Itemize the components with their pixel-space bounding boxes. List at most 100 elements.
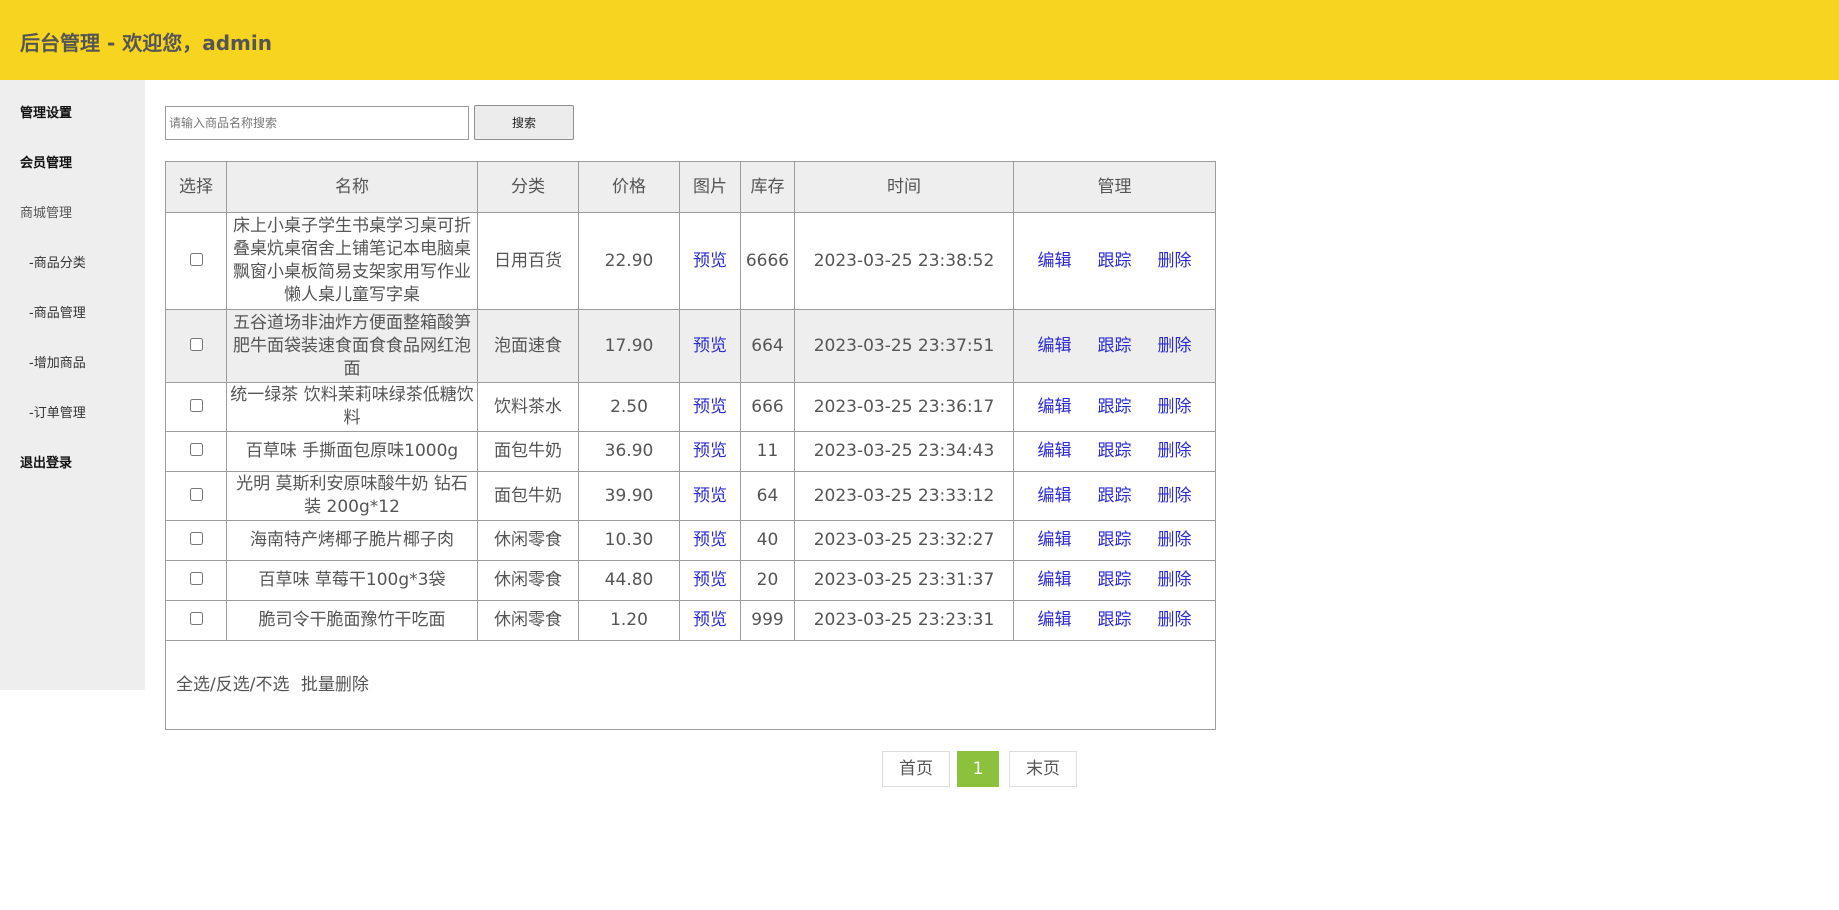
row-checkbox[interactable]	[189, 252, 203, 266]
product-time: 2023-03-25 23:33:12	[794, 471, 1014, 521]
table-row: 脆司令干脆面豫竹干吃面 休闲零食 1.20 预览 999 2023-03-25 …	[165, 600, 1216, 641]
image-cell: 预览	[679, 431, 741, 472]
row-checkbox[interactable]	[189, 398, 203, 412]
row-checkbox[interactable]	[189, 532, 203, 545]
table-row: 光明 莫斯利安原味酸牛奶 钻石装 200g*12 面包牛奶 39.90 预览 6…	[165, 471, 1216, 521]
track-link[interactable]: 跟踪	[1098, 441, 1132, 461]
row-checkbox[interactable]	[189, 337, 203, 351]
image-cell: 预览	[679, 560, 741, 601]
edit-link[interactable]: 编辑	[1038, 530, 1072, 550]
sidebar-item-product-management[interactable]: -商品管理	[29, 302, 86, 321]
edit-link[interactable]: 编辑	[1038, 610, 1072, 630]
product-time: 2023-03-25 23:36:17	[794, 382, 1014, 432]
product-stock: 11	[740, 431, 795, 472]
delete-link[interactable]: 删除	[1158, 441, 1192, 461]
preview-link[interactable]: 预览	[693, 530, 727, 550]
image-cell: 预览	[679, 520, 741, 561]
edit-link[interactable]: 编辑	[1038, 336, 1072, 356]
track-link[interactable]: 跟踪	[1098, 397, 1132, 417]
preview-link[interactable]: 预览	[693, 486, 727, 506]
sidebar-item-logout[interactable]: 退出登录	[20, 452, 72, 471]
row-select-cell	[165, 471, 227, 521]
product-time: 2023-03-25 23:37:51	[794, 309, 1014, 383]
edit-link[interactable]: 编辑	[1038, 397, 1072, 417]
preview-link[interactable]: 预览	[693, 610, 727, 630]
product-stock: 664	[740, 309, 795, 383]
select-toggle-link[interactable]: 全选/反选/不选	[176, 675, 289, 695]
product-price: 2.50	[578, 382, 680, 432]
table-row: 海南特产烤椰子脆片椰子肉 休闲零食 10.30 预览 40 2023-03-25…	[165, 520, 1216, 561]
image-cell: 预览	[679, 600, 741, 641]
sidebar-item-product-categories[interactable]: -商品分类	[29, 252, 86, 271]
track-link[interactable]: 跟踪	[1098, 486, 1132, 506]
table-row: 五谷道场非油炸方便面整箱酸笋肥牛面袋装速食面食食品网红泡面 泡面速食 17.90…	[165, 309, 1216, 383]
manage-cell: 编辑 跟踪 删除	[1013, 600, 1216, 641]
sidebar-item-mall-management[interactable]: 商城管理	[20, 202, 72, 221]
sidebar-item-member-management[interactable]: 会员管理	[20, 152, 72, 171]
row-checkbox[interactable]	[189, 443, 203, 456]
preview-link[interactable]: 预览	[693, 336, 727, 356]
product-table: 选择 名称 分类 价格 图片 库存 时间 管理 床上小桌子学生书桌学习桌可折叠桌…	[165, 161, 1216, 730]
table-row: 床上小桌子学生书桌学习桌可折叠桌炕桌宿舍上铺笔记本电脑桌飘窗小桌板简易支架家用写…	[165, 212, 1216, 310]
product-stock: 64	[740, 471, 795, 521]
table-header-row: 选择 名称 分类 价格 图片 库存 时间 管理	[165, 161, 1216, 213]
delete-link[interactable]: 删除	[1158, 397, 1192, 417]
current-page-button[interactable]: 1	[957, 751, 999, 787]
image-cell: 预览	[679, 471, 741, 521]
track-link[interactable]: 跟踪	[1098, 610, 1132, 630]
manage-cell: 编辑 跟踪 删除	[1013, 560, 1216, 601]
product-stock: 666	[740, 382, 795, 432]
track-link[interactable]: 跟踪	[1098, 251, 1132, 271]
product-stock: 20	[740, 560, 795, 601]
track-link[interactable]: 跟踪	[1098, 336, 1132, 356]
last-page-button[interactable]: 末页	[1009, 751, 1077, 787]
delete-link[interactable]: 删除	[1158, 530, 1192, 550]
delete-link[interactable]: 删除	[1158, 486, 1192, 506]
column-header-select: 选择	[165, 161, 227, 213]
first-page-button[interactable]: 首页	[882, 751, 950, 787]
manage-cell: 编辑 跟踪 删除	[1013, 212, 1216, 310]
page-title: 后台管理 - 欢迎您，admin	[20, 31, 272, 55]
batch-delete-link[interactable]: 批量删除	[301, 675, 369, 695]
manage-cell: 编辑 跟踪 删除	[1013, 309, 1216, 383]
column-header-stock: 库存	[740, 161, 795, 213]
manage-cell: 编辑 跟踪 删除	[1013, 471, 1216, 521]
table-row: 百草味 手撕面包原味1000g 面包牛奶 36.90 预览 11 2023-03…	[165, 431, 1216, 472]
column-header-name: 名称	[226, 161, 478, 213]
product-name: 五谷道场非油炸方便面整箱酸笋肥牛面袋装速食面食食品网红泡面	[226, 309, 478, 383]
product-price: 10.30	[578, 520, 680, 561]
delete-link[interactable]: 删除	[1158, 610, 1192, 630]
edit-link[interactable]: 编辑	[1038, 441, 1072, 461]
row-select-cell	[165, 600, 227, 641]
delete-link[interactable]: 删除	[1158, 251, 1192, 271]
search-input[interactable]	[165, 106, 469, 140]
preview-link[interactable]: 预览	[693, 397, 727, 417]
product-price: 1.20	[578, 600, 680, 641]
row-checkbox[interactable]	[189, 612, 203, 625]
row-select-cell	[165, 382, 227, 432]
table-footer: 全选/反选/不选 批量删除	[165, 640, 1216, 730]
sidebar-item-order-management[interactable]: -订单管理	[29, 402, 86, 421]
track-link[interactable]: 跟踪	[1098, 570, 1132, 590]
track-link[interactable]: 跟踪	[1098, 530, 1132, 550]
product-price: 36.90	[578, 431, 680, 472]
edit-link[interactable]: 编辑	[1038, 570, 1072, 590]
row-checkbox[interactable]	[189, 487, 203, 501]
delete-link[interactable]: 删除	[1158, 570, 1192, 590]
product-time: 2023-03-25 23:34:43	[794, 431, 1014, 472]
row-checkbox[interactable]	[189, 572, 203, 585]
sidebar-item-add-product[interactable]: -增加商品	[29, 352, 86, 371]
product-name: 床上小桌子学生书桌学习桌可折叠桌炕桌宿舍上铺笔记本电脑桌飘窗小桌板简易支架家用写…	[226, 212, 478, 310]
row-select-cell	[165, 309, 227, 383]
search-button[interactable]: 搜索	[474, 105, 574, 140]
image-cell: 预览	[679, 309, 741, 383]
delete-link[interactable]: 删除	[1158, 336, 1192, 356]
column-header-price: 价格	[578, 161, 680, 213]
preview-link[interactable]: 预览	[693, 251, 727, 271]
edit-link[interactable]: 编辑	[1038, 251, 1072, 271]
sidebar-item-admin-settings[interactable]: 管理设置	[20, 102, 72, 121]
product-category: 休闲零食	[477, 520, 579, 561]
preview-link[interactable]: 预览	[693, 441, 727, 461]
edit-link[interactable]: 编辑	[1038, 486, 1072, 506]
preview-link[interactable]: 预览	[693, 570, 727, 590]
